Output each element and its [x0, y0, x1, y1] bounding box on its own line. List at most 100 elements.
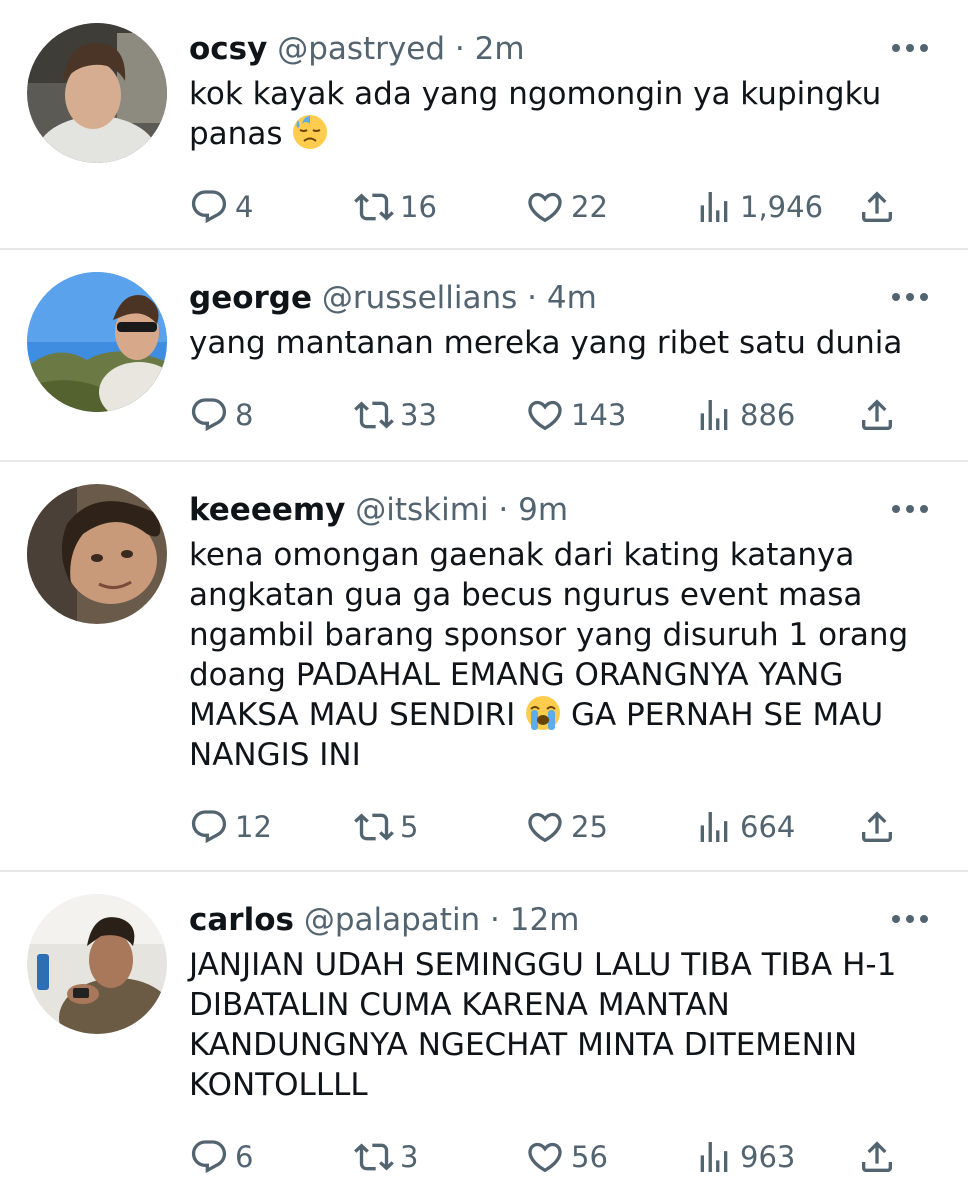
tweet-header: george @russellians · 4m [189, 278, 597, 318]
avatar-photo [27, 23, 167, 163]
share-icon [857, 187, 897, 227]
share-button[interactable] [857, 393, 903, 437]
retweet-count: 33 [400, 398, 437, 432]
share-button[interactable] [857, 805, 903, 849]
avatar[interactable] [27, 484, 167, 624]
display-name[interactable]: carlos [189, 902, 294, 938]
display-name[interactable]: george [189, 280, 312, 316]
views-chart-icon [694, 1137, 734, 1177]
reply-button[interactable]: 12 [189, 805, 272, 849]
like-count: 25 [571, 810, 608, 844]
heart-icon [525, 1137, 565, 1177]
like-button[interactable]: 22 [525, 185, 608, 229]
more-options-icon[interactable] [892, 42, 928, 54]
reply-count: 4 [235, 190, 254, 224]
user-handle[interactable]: @palapatin [304, 902, 480, 938]
retweet-count: 5 [400, 810, 419, 844]
separator-dot: · [517, 280, 547, 316]
separator-dot: · [480, 902, 510, 938]
retweet-button[interactable]: 3 [354, 1135, 418, 1179]
retweet-icon [354, 187, 394, 227]
reply-icon [189, 187, 229, 227]
views-button[interactable]: 963 [694, 1135, 795, 1179]
like-button[interactable]: 143 [525, 393, 626, 437]
views-button[interactable]: 1,946 [694, 185, 823, 229]
display-name[interactable]: keeeemy [189, 492, 345, 528]
more-options-icon[interactable] [892, 503, 928, 515]
retweet-icon [354, 395, 394, 435]
loudly-crying-face-icon [526, 696, 561, 730]
heart-icon [525, 807, 565, 847]
timestamp[interactable]: 9m [518, 492, 568, 528]
retweet-icon [354, 807, 394, 847]
share-icon [857, 1137, 897, 1177]
timestamp[interactable]: 2m [475, 31, 525, 67]
views-chart-icon [694, 807, 734, 847]
tweet-actions: 6 3 56 963 [189, 1135, 909, 1179]
retweet-count: 3 [400, 1140, 419, 1174]
views-chart-icon [694, 395, 734, 435]
reply-count: 6 [235, 1140, 254, 1174]
tweet[interactable]: george @russellians · 4m yang mantanan m… [0, 249, 968, 461]
views-button[interactable]: 664 [694, 805, 795, 849]
separator-dot: · [445, 31, 475, 67]
user-handle[interactable]: @pastryed [277, 31, 445, 67]
reply-button[interactable]: 4 [189, 185, 253, 229]
tweet-text: kena omongan gaenak dari kating katanya … [189, 535, 929, 775]
retweet-count: 16 [400, 190, 437, 224]
avatar[interactable] [27, 272, 167, 412]
like-button[interactable]: 56 [525, 1135, 608, 1179]
avatar-photo [27, 484, 167, 624]
tweet-text: JANJIAN UDAH SEMINGGU LALU TIBA TIBA H-1… [189, 947, 897, 1103]
tweet-text: kok kayak ada yang ngomongin ya kupingku… [189, 74, 929, 154]
reply-icon [189, 807, 229, 847]
user-handle[interactable]: @itskimi [355, 492, 488, 528]
share-button[interactable] [857, 185, 903, 229]
reply-count: 8 [235, 398, 254, 432]
reply-icon [189, 1137, 229, 1177]
separator-dot: · [488, 492, 519, 528]
tweet[interactable]: carlos @palapatin · 12m JANJIAN UDAH SEM… [0, 871, 968, 1201]
timestamp[interactable]: 12m [510, 902, 580, 938]
display-name[interactable]: ocsy [189, 31, 267, 67]
retweet-button[interactable]: 5 [354, 805, 418, 849]
reply-button[interactable]: 8 [189, 393, 253, 437]
tweet-actions: 8 33 143 886 [189, 393, 909, 437]
downcast-sweat-face-icon [293, 115, 328, 149]
timestamp[interactable]: 4m [547, 280, 597, 316]
tweet-actions: 4 16 22 1,946 [189, 185, 909, 229]
views-chart-icon [694, 187, 734, 227]
tweet-feed: ocsy @pastryed · 2m kok kayak ada yang n… [0, 0, 968, 1201]
share-button[interactable] [857, 1135, 903, 1179]
heart-icon [525, 395, 565, 435]
tweet-actions: 12 5 25 664 [189, 805, 909, 849]
tweet[interactable]: keeeemy @itskimi · 9m kena omongan gaena… [0, 461, 968, 871]
share-icon [857, 807, 897, 847]
tweet-header: ocsy @pastryed · 2m [189, 29, 525, 69]
views-button[interactable]: 886 [694, 393, 795, 437]
tweet-header: keeeemy @itskimi · 9m [189, 490, 568, 530]
heart-icon [525, 187, 565, 227]
more-options-icon[interactable] [892, 913, 928, 925]
user-handle[interactable]: @russellians [322, 280, 517, 316]
tweet[interactable]: ocsy @pastryed · 2m kok kayak ada yang n… [0, 0, 968, 249]
view-count: 1,946 [740, 190, 824, 224]
avatar[interactable] [27, 23, 167, 163]
view-count: 963 [740, 1140, 796, 1174]
like-button[interactable]: 25 [525, 805, 608, 849]
view-count: 886 [740, 398, 796, 432]
retweet-button[interactable]: 33 [354, 393, 437, 437]
tweet-text: yang mantanan mereka yang ribet satu dun… [189, 325, 903, 361]
more-options-icon[interactable] [892, 291, 928, 303]
share-icon [857, 395, 897, 435]
retweet-icon [354, 1137, 394, 1177]
avatar[interactable] [27, 894, 167, 1034]
like-count: 56 [571, 1140, 608, 1174]
reply-icon [189, 395, 229, 435]
reply-button[interactable]: 6 [189, 1135, 253, 1179]
like-count: 22 [571, 190, 608, 224]
view-count: 664 [740, 810, 796, 844]
reply-count: 12 [235, 810, 272, 844]
avatar-photo [27, 894, 167, 1034]
retweet-button[interactable]: 16 [354, 185, 437, 229]
